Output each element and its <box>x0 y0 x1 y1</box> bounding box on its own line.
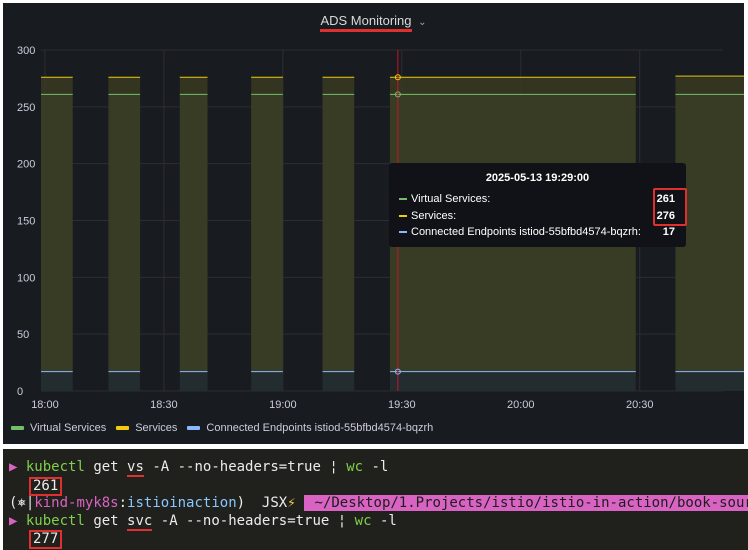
legend-swatch <box>116 426 130 430</box>
command-name: wc <box>337 459 364 475</box>
prompt-arrow-icon: ▶ <box>9 459 18 475</box>
connected-endpoints-area <box>322 371 355 391</box>
command-text: -l <box>363 459 389 475</box>
kube-context: kind-myk8s <box>34 495 119 511</box>
y-tick-label: 0 <box>17 386 23 398</box>
kube-namespace: istioinaction <box>127 495 237 511</box>
x-tick-label: 19:30 <box>388 399 416 411</box>
tooltip-value: 17 <box>662 226 675 238</box>
connected-endpoints-area <box>675 371 744 391</box>
connected-endpoints-area <box>389 371 636 391</box>
x-tick-label: 18:30 <box>150 399 178 411</box>
context-text: ) <box>236 495 246 511</box>
command-name: kubectl <box>25 459 85 475</box>
terminal-line-svc-command: ▶ kubectl get svc -A --no-headers=true ¦… <box>9 512 397 531</box>
grafana-panel: ADS Monitoring ⌄ 300 250 200 150 100 50 0 18:0… <box>3 3 744 444</box>
command-name: wc <box>346 513 372 529</box>
command-text: get <box>84 459 128 475</box>
services-area <box>179 77 208 95</box>
command-text: -A --no-headers=true <box>143 459 330 475</box>
legend-swatch <box>11 426 24 430</box>
x-tick-label: 19:00 <box>269 399 297 411</box>
chart-tooltip: 2025-05-13 19:29:00 Virtual Services: 26… <box>389 163 687 247</box>
legend-item[interactable]: Virtual Services <box>11 422 106 434</box>
tooltip-series-marker <box>399 231 407 233</box>
tooltip-label: Services: <box>411 210 457 222</box>
chart-legend: Virtual Services Services Connected Endp… <box>11 422 433 434</box>
y-tick-label: 300 <box>17 45 35 57</box>
virtual-services-area <box>251 94 283 372</box>
x-axis-ticks: 18:00 18:30 19:00 19:30 20:00 20:30 <box>31 399 653 411</box>
context-text: : <box>118 495 128 511</box>
legend-label[interactable]: Services <box>135 422 177 434</box>
connected-endpoints-area <box>179 371 208 391</box>
prompt-jsx: JSX <box>245 495 288 511</box>
connected-endpoints-area <box>108 371 141 391</box>
command-text: get <box>84 513 128 529</box>
tooltip-title: 2025-05-13 19:29:00 <box>485 172 590 184</box>
services-area <box>322 77 355 95</box>
terminal-prompt-context: (⎈|kind-myk8s:istioinaction) JSX⚡ ~/Desk… <box>9 494 748 512</box>
legend-item[interactable]: Services <box>116 422 177 434</box>
legend-label[interactable]: Virtual Services <box>30 422 106 434</box>
lightning-icon: ⚡ <box>287 495 296 511</box>
virtual-services-area <box>322 94 355 372</box>
tooltip-row-connected-endpoints: Connected Endpoints istiod-55bfbd4574-bq… <box>399 225 678 239</box>
x-tick-label: 20:00 <box>507 399 535 411</box>
tooltip-row-services: Services: 276 <box>399 209 678 223</box>
connected-endpoints-area <box>251 371 283 391</box>
connected-endpoints-area <box>41 371 73 391</box>
tooltip-label: Virtual Services: <box>411 193 491 205</box>
services-area <box>41 77 73 95</box>
highlight-box <box>653 188 687 226</box>
x-tick-label: 20:30 <box>626 399 654 411</box>
services-area <box>389 77 636 95</box>
tooltip-series-marker <box>399 198 407 200</box>
prompt-path: ~/Desktop/1.Projects/istio/istio-in-acti… <box>304 495 748 511</box>
prompt-arrow-icon: ▶ <box>9 513 18 529</box>
command-resource: vs <box>127 459 144 477</box>
output-count: 277 <box>29 530 63 549</box>
command-text: -l <box>371 513 397 529</box>
y-tick-label: 250 <box>17 102 35 114</box>
services-area <box>251 77 283 95</box>
y-tick-label: 100 <box>17 272 35 284</box>
y-tick-label: 200 <box>17 159 35 171</box>
terminal-line-vs-command: ▶ kubectl get vs -A --no-headers=true ¦ … <box>9 458 389 477</box>
terminal[interactable]: ▶ kubectl get vs -A --no-headers=true ¦ … <box>3 449 748 550</box>
x-tick-label: 18:00 <box>31 399 59 411</box>
y-tick-label: 150 <box>17 216 35 228</box>
kubernetes-icon: ⎈ <box>17 495 26 511</box>
services-area <box>675 77 744 95</box>
legend-swatch <box>187 426 201 430</box>
virtual-services-area <box>179 94 208 372</box>
command-text: -A --no-headers=true <box>152 513 338 529</box>
virtual-services-area <box>108 94 141 372</box>
services-area <box>108 77 141 95</box>
command-pipe: ¦ <box>337 513 347 529</box>
legend-item[interactable]: Connected Endpoints istiod-55bfbd4574-bq… <box>187 422 433 434</box>
legend-label[interactable]: Connected Endpoints istiod-55bfbd4574-bq… <box>206 422 433 434</box>
command-pipe: ¦ <box>329 459 338 475</box>
command-name: kubectl <box>25 513 85 529</box>
tooltip-series-marker <box>399 215 407 217</box>
y-axis-ticks: 300 250 200 150 100 50 0 <box>17 45 35 398</box>
y-tick-label: 50 <box>17 329 29 341</box>
command-resource: svc <box>127 513 153 531</box>
virtual-services-area <box>41 94 73 372</box>
terminal-output-svc-count: 277 <box>9 530 63 549</box>
tooltip-label: Connected Endpoints istiod-55bfbd4574-bq… <box>411 226 641 238</box>
tooltip-row-virtual-services: Virtual Services: 261 <box>399 192 678 206</box>
